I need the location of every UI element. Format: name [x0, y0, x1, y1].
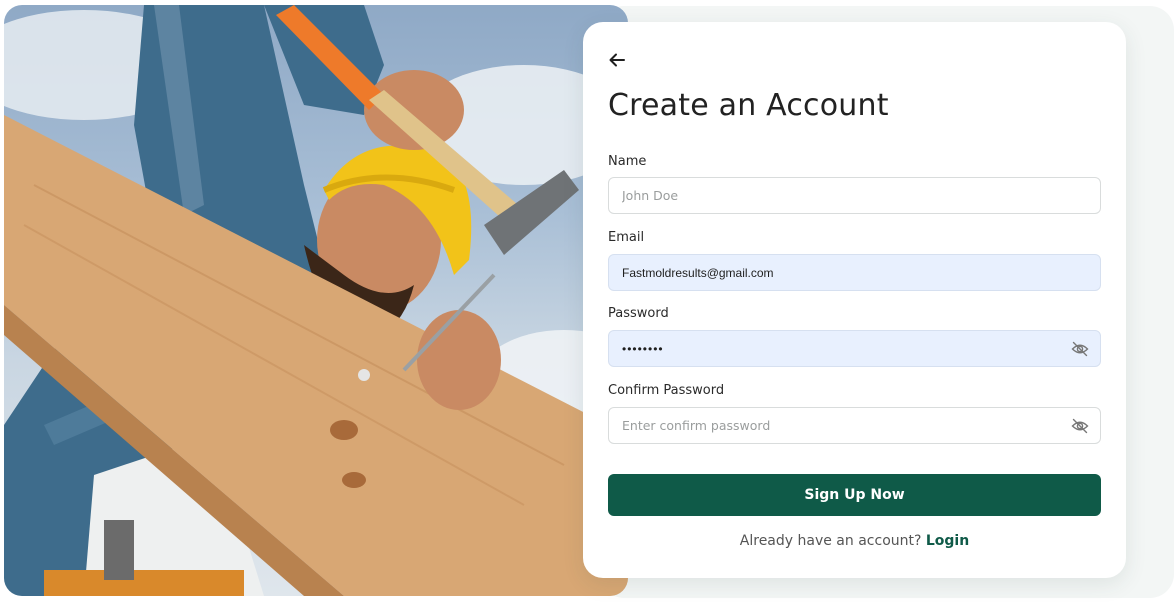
page: Create an Account Name Email Password Co… [0, 0, 1174, 602]
sign-up-button[interactable]: Sign Up Now [608, 474, 1101, 516]
hero-photo [4, 5, 628, 596]
login-link[interactable]: Login [926, 533, 969, 549]
confirm-password-label: Confirm Password [608, 383, 725, 398]
password-label: Password [608, 306, 669, 321]
page-title: Create an Account [608, 88, 889, 123]
password-visibility-toggle[interactable] [1070, 339, 1090, 359]
eye-off-icon [1071, 341, 1089, 357]
login-prompt: Already have an account? Login [583, 533, 1126, 549]
email-input[interactable] [608, 254, 1101, 291]
email-label: Email [608, 230, 645, 245]
confirm-password-input[interactable] [608, 407, 1101, 444]
login-prompt-text: Already have an account? [739, 533, 926, 549]
name-input[interactable] [608, 177, 1101, 214]
carpenter-illustration [4, 5, 628, 596]
signup-card: Create an Account Name Email Password Co… [583, 22, 1126, 578]
back-button[interactable] [605, 48, 629, 72]
eye-off-icon [1071, 418, 1089, 434]
arrow-left-icon [609, 53, 625, 67]
confirm-password-visibility-toggle[interactable] [1070, 416, 1090, 436]
password-input[interactable] [608, 330, 1101, 367]
name-label: Name [608, 154, 647, 169]
